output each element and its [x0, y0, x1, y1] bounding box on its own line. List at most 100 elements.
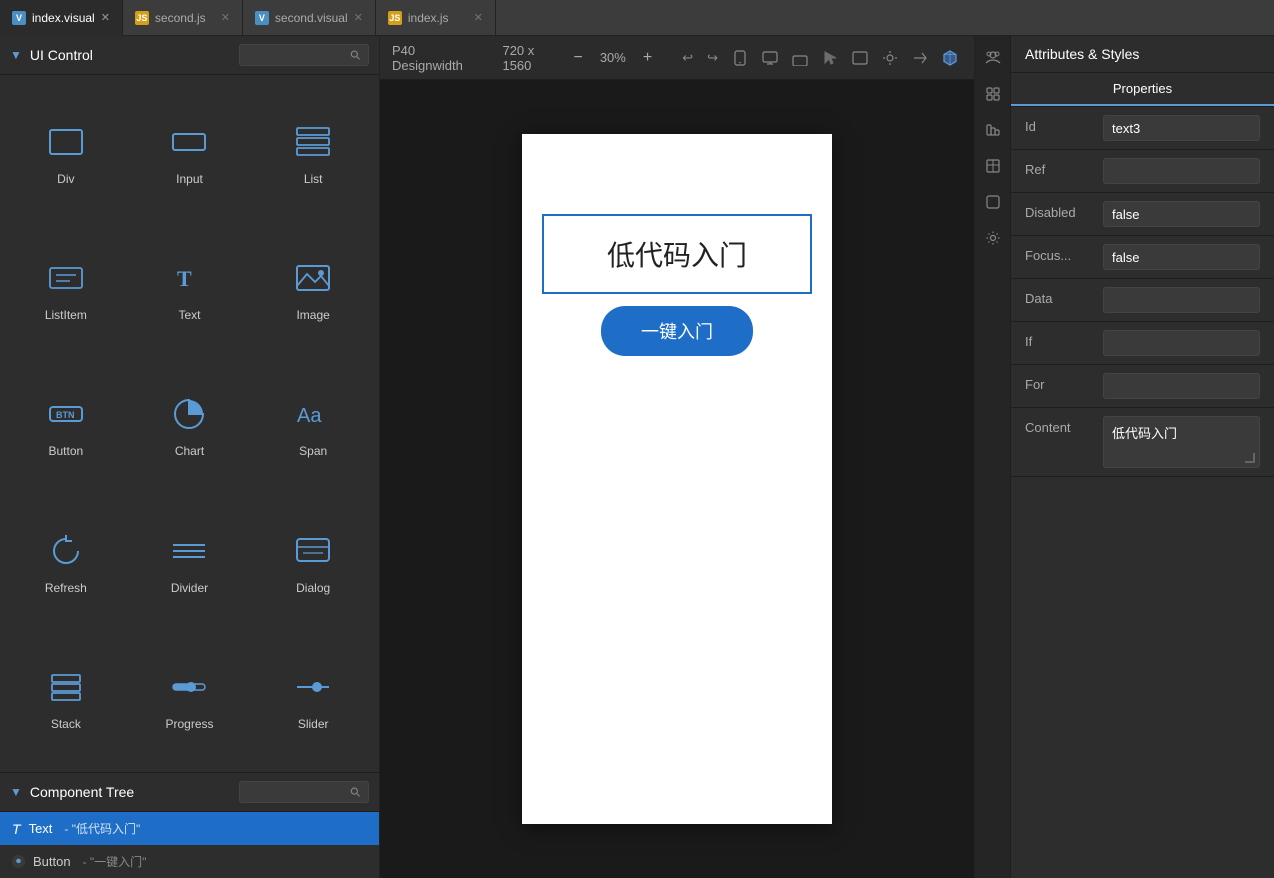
canvas-viewport: 低代码入门 一键入门 — [380, 80, 974, 878]
share-icon[interactable] — [908, 46, 932, 70]
tab-second-visual[interactable]: V second.visual ✕ — [243, 0, 376, 36]
attributes-title: Attributes & Styles — [1025, 46, 1139, 62]
component-listitem[interactable]: ListItem — [4, 219, 128, 355]
svg-text:BTN: BTN — [56, 410, 75, 420]
component-div[interactable]: Div — [4, 83, 128, 219]
tree-arrow[interactable]: ▼ — [10, 785, 22, 799]
slider-label: Slider — [298, 717, 329, 731]
prop-for-value[interactable] — [1103, 373, 1260, 399]
span-label: Span — [299, 444, 327, 458]
ui-control-header: ▼ UI Control — [0, 36, 379, 75]
main-layout: ▼ UI Control Div Input — [0, 36, 1274, 878]
prop-id-value[interactable]: text3 — [1103, 115, 1260, 141]
component-span[interactable]: Aa Span — [251, 355, 375, 491]
tree-button-icon: ⏺ — [12, 855, 25, 868]
component-image[interactable]: Image — [251, 219, 375, 355]
slider-icon — [289, 663, 337, 711]
div-label: Div — [57, 172, 74, 186]
list-label: List — [304, 172, 323, 186]
component-tree-section: ▼ Component Tree T Text - "低代码入门" ⏺ Butt… — [0, 773, 379, 878]
component-list[interactable]: List — [251, 83, 375, 219]
prop-content-value[interactable]: 低代码入门 — [1103, 416, 1260, 468]
prop-disabled-value[interactable]: false — [1103, 201, 1260, 227]
tree-search-icon — [350, 786, 360, 798]
canvas-button-element[interactable]: 一键入门 — [601, 306, 753, 356]
sidebar-gear-icon[interactable] — [979, 224, 1007, 252]
zoom-control: − 30% + — [568, 48, 659, 68]
canvas-text-content: 低代码入门 — [607, 234, 747, 274]
ui-control-arrow[interactable]: ▼ — [10, 48, 22, 62]
sidebar-puzzle-icon[interactable] — [979, 80, 1007, 108]
stack-icon — [42, 663, 90, 711]
prop-focus-value[interactable]: false — [1103, 244, 1260, 270]
image-label: Image — [296, 308, 329, 322]
chart-icon — [165, 390, 213, 438]
sidebar-table-icon[interactable] — [979, 152, 1007, 180]
redo-icon[interactable]: ↪ — [703, 46, 722, 70]
tree-search-box[interactable] — [239, 781, 369, 803]
listitem-icon — [42, 254, 90, 302]
component-progress[interactable]: Progress — [128, 628, 252, 764]
device-name: P40 Designwidth — [392, 43, 478, 73]
tab-label: second.visual — [275, 11, 348, 25]
prop-id-row: Id text3 — [1011, 107, 1274, 150]
desktop-icon[interactable] — [758, 46, 782, 70]
sidebar-bars-icon[interactable] — [979, 116, 1007, 144]
tab-second-js[interactable]: JS second.js ✕ — [123, 0, 243, 36]
tab-close-btn[interactable]: ✕ — [221, 11, 230, 24]
component-input[interactable]: Input — [128, 83, 252, 219]
sidebar-users-icon[interactable] — [979, 44, 1007, 72]
component-text[interactable]: T Text — [128, 219, 252, 355]
prop-ref-label: Ref — [1025, 158, 1095, 177]
input-label: Input — [176, 172, 203, 186]
cursor-icon[interactable] — [818, 46, 842, 70]
tab-index-visual[interactable]: V index.visual ✕ — [0, 0, 123, 36]
component-button[interactable]: BTN Button — [4, 355, 128, 491]
tab-close-btn[interactable]: ✕ — [474, 11, 483, 24]
canvas-area: P40 Designwidth 720 x 1560 − 30% + ↩ ↪ — [380, 36, 974, 878]
tablet-icon[interactable] — [788, 46, 812, 70]
tab-visual-icon: V — [255, 11, 269, 25]
cube-icon[interactable] — [938, 46, 962, 70]
component-slider[interactable]: Slider — [251, 628, 375, 764]
tree-item-button[interactable]: ⏺ Button - "一键入门" — [0, 845, 379, 878]
button-icon: BTN — [42, 390, 90, 438]
sidebar-box-icon[interactable] — [979, 188, 1007, 216]
tab-close-btn[interactable]: ✕ — [354, 11, 363, 24]
preview-icon[interactable] — [848, 46, 872, 70]
component-refresh[interactable]: Refresh — [4, 492, 128, 628]
prop-if-value[interactable] — [1103, 330, 1260, 356]
component-stack[interactable]: Stack — [4, 628, 128, 764]
prop-id-label: Id — [1025, 115, 1095, 134]
ui-control-search-box[interactable] — [239, 44, 369, 66]
tab-close-btn[interactable]: ✕ — [101, 11, 110, 24]
dialog-label: Dialog — [296, 581, 330, 595]
device-dimensions: 720 x 1560 — [502, 43, 559, 73]
prop-data-value[interactable] — [1103, 287, 1260, 313]
component-divider[interactable]: Divider — [128, 492, 252, 628]
tab-bar: V index.visual ✕ JS second.js ✕ V second… — [0, 0, 1274, 36]
attributes-header: Attributes & Styles — [1011, 36, 1274, 73]
zoom-in-btn[interactable]: + — [637, 48, 658, 68]
properties-tab[interactable]: Properties — [1011, 73, 1274, 106]
prop-for-row: For — [1011, 365, 1274, 408]
listitem-label: ListItem — [45, 308, 87, 322]
search-icon — [350, 49, 360, 61]
prop-data-label: Data — [1025, 287, 1095, 306]
component-chart[interactable]: Chart — [128, 355, 252, 491]
tab-visual-icon: V — [12, 11, 26, 25]
undo-icon[interactable]: ↩ — [678, 46, 697, 70]
mobile-icon[interactable] — [728, 46, 752, 70]
ui-control-search-input[interactable] — [248, 48, 346, 62]
list-icon — [289, 118, 337, 166]
prop-focus-row: Focus... false — [1011, 236, 1274, 279]
component-tree-header: ▼ Component Tree — [0, 773, 379, 812]
tree-search-input[interactable] — [248, 785, 346, 799]
sun-icon[interactable] — [878, 46, 902, 70]
zoom-out-btn[interactable]: − — [568, 48, 589, 68]
canvas-text-element[interactable]: 低代码入门 — [542, 214, 812, 294]
tab-index-js[interactable]: JS index.js ✕ — [376, 0, 496, 36]
prop-ref-value[interactable] — [1103, 158, 1260, 184]
tree-item-text[interactable]: T Text - "低代码入门" — [0, 812, 379, 845]
component-dialog[interactable]: Dialog — [251, 492, 375, 628]
